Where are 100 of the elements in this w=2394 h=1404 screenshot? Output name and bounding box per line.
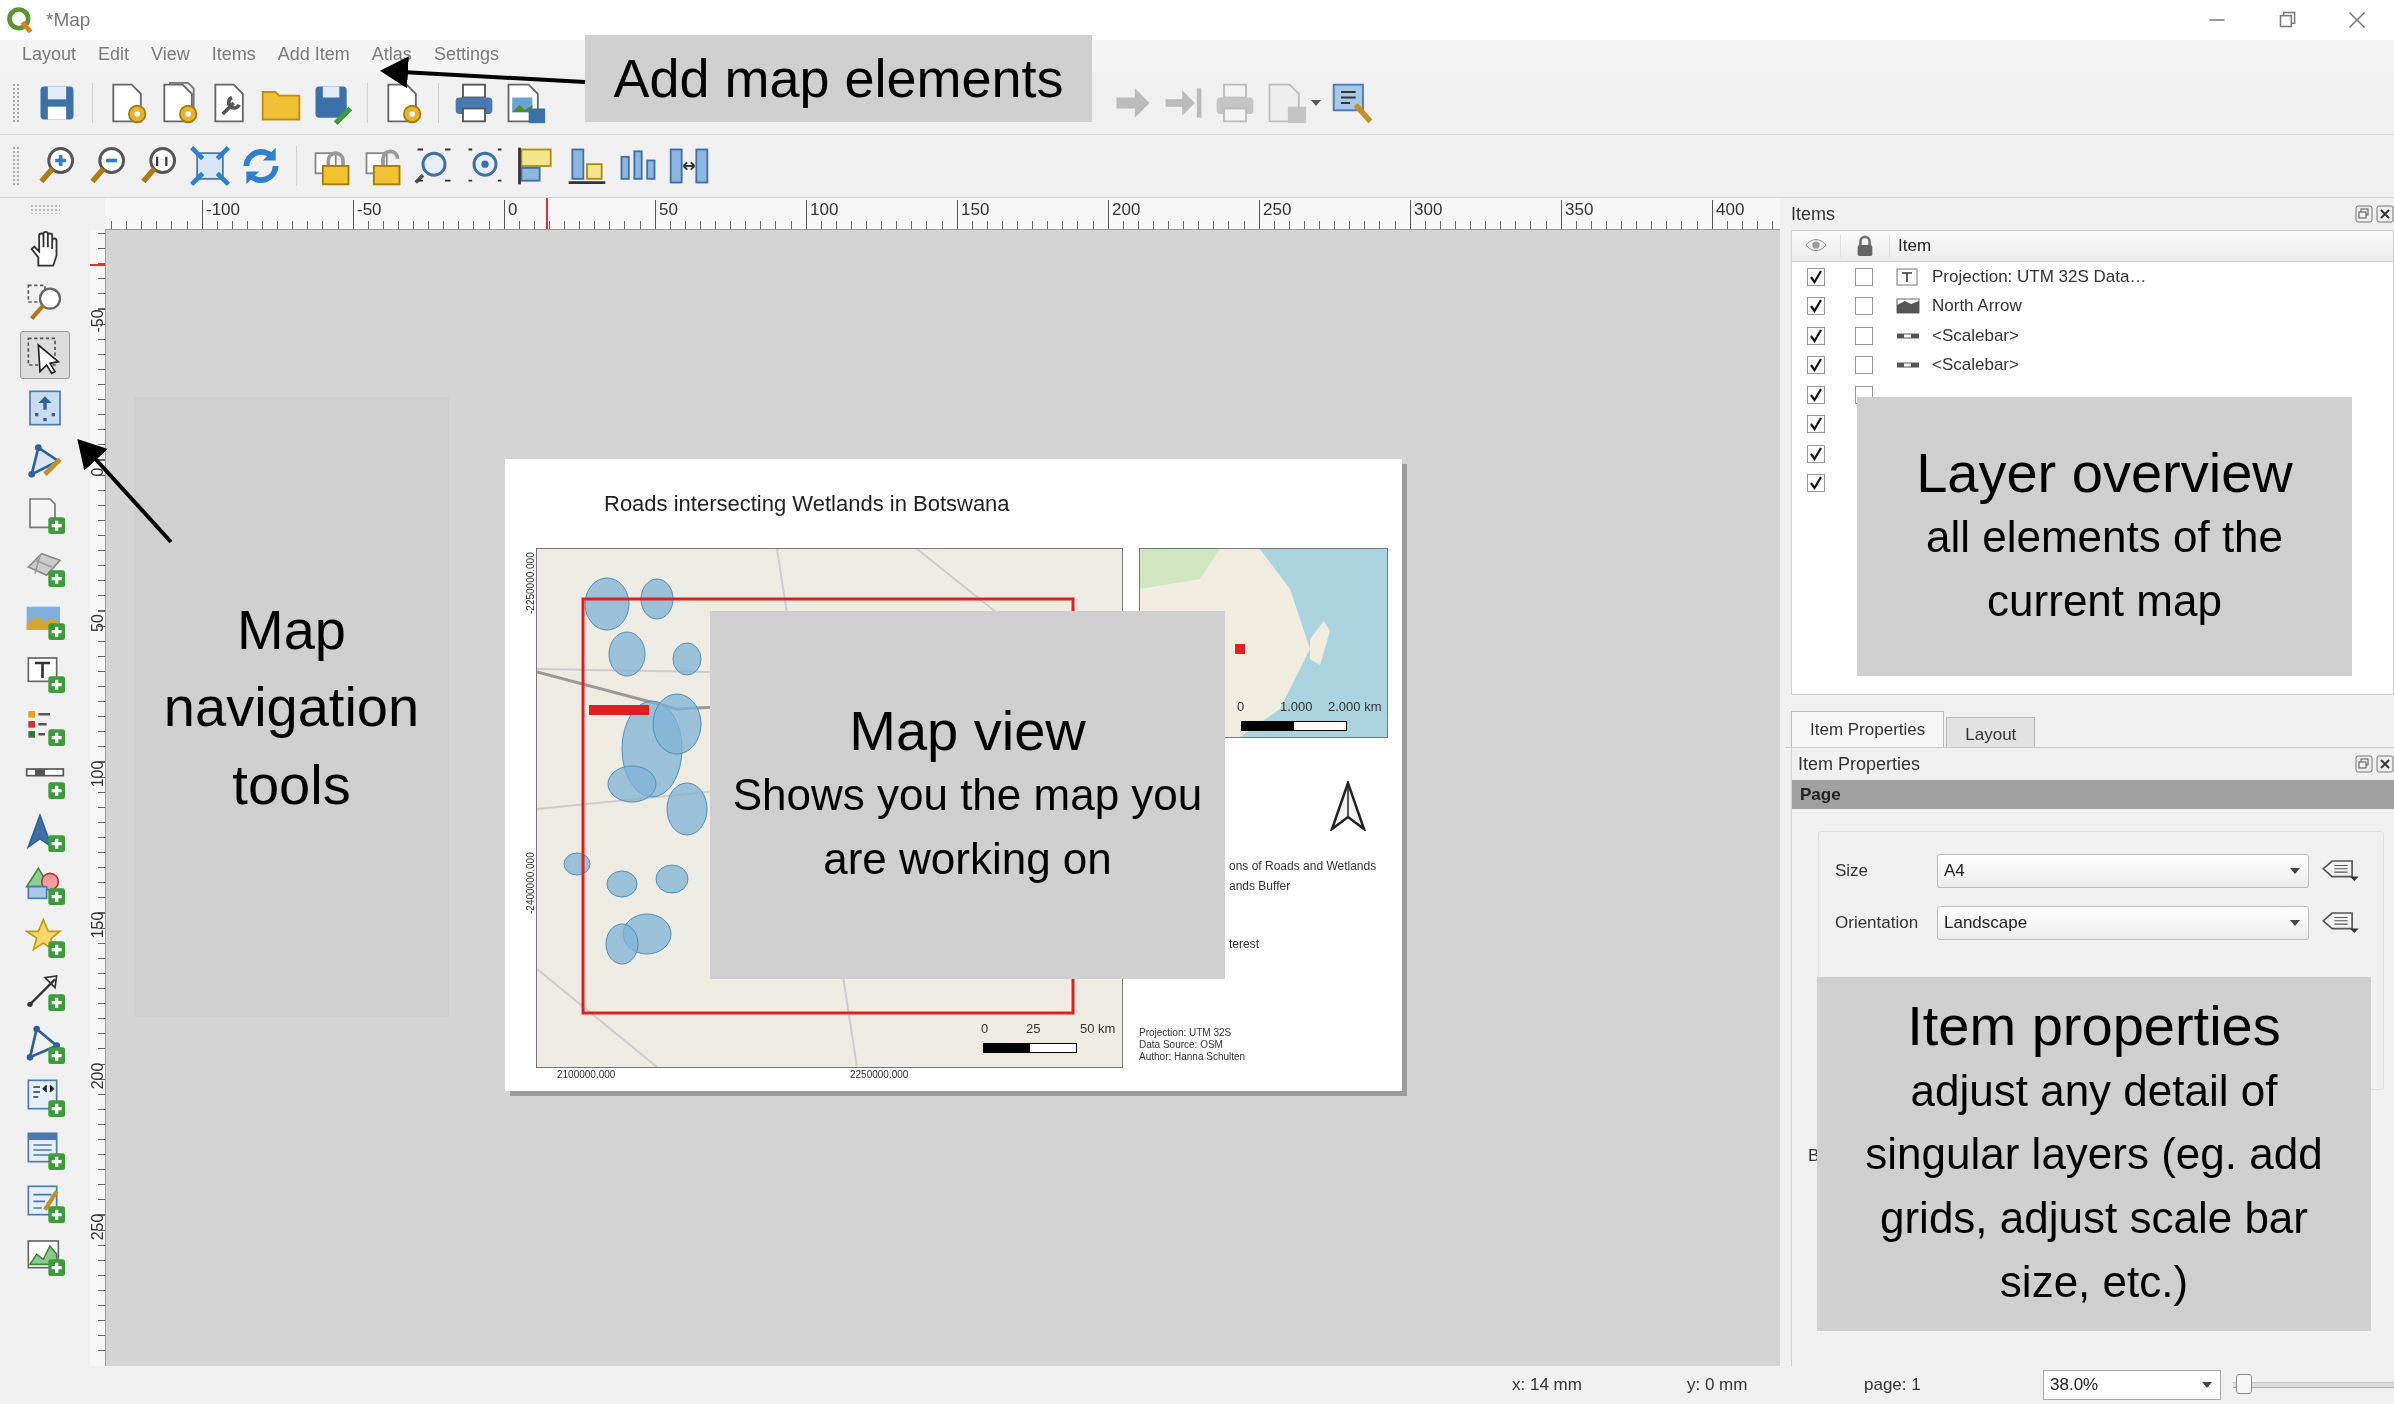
- column-header[interactable]: Item: [1890, 236, 1932, 256]
- visibility-checkbox[interactable]: [1807, 326, 1825, 345]
- visibility-checkbox[interactable]: [1807, 267, 1825, 286]
- item-label[interactable]: <Scalebar>: [1932, 355, 2019, 376]
- scale-label: 25: [1026, 1021, 1041, 1036]
- section-header: Page: [1792, 780, 2394, 809]
- window-title: *Map: [46, 9, 91, 31]
- scale-label: 1.000: [1280, 699, 1313, 714]
- ruler-label: 200: [1108, 200, 1141, 228]
- visibility-checkbox[interactable]: [1807, 415, 1825, 434]
- menu-item[interactable]: Settings: [433, 40, 499, 65]
- ruler-label: 0: [504, 200, 518, 228]
- zoom-full-icon[interactable]: [188, 144, 232, 188]
- annotation-title: Map view: [849, 699, 1086, 764]
- item-label[interactable]: <Scalebar>: [1932, 325, 2019, 346]
- close-icon[interactable]: [2376, 205, 2394, 223]
- credit-text: Author: Hanna Schulten: [1139, 1051, 1246, 1063]
- credit-text: Data Source: OSM: [1139, 1039, 1224, 1051]
- panel-title: Item Properties: [1798, 753, 1921, 775]
- ruler-label: 100: [89, 759, 107, 790]
- lock-checkbox[interactable]: [1855, 267, 1873, 286]
- annotation-title: Add map elements: [613, 47, 1064, 110]
- tab[interactable]: Item Properties: [1791, 711, 1945, 747]
- ruler-label: -50: [353, 200, 382, 228]
- table-add-icon: [25, 1130, 65, 1170]
- north-arrow-icon: [1328, 781, 1368, 831]
- ruler-label: -100: [202, 200, 241, 228]
- ruler-label: 150: [957, 200, 990, 228]
- tab[interactable]: Layout: [1946, 717, 2036, 747]
- annotation-title: Layer overview: [1916, 440, 2293, 505]
- item-label[interactable]: North Arrow: [1932, 296, 2022, 317]
- map-title: Roads intersecting Wetlands in Botswana: [604, 491, 1010, 517]
- axis-label: 2250000.000: [850, 1069, 909, 1080]
- north-arrow-add-icon: [25, 812, 65, 852]
- credit-text: Projection: UTM 32S: [1139, 1027, 1233, 1039]
- scalebar-item-icon: [1896, 332, 1920, 339]
- legend-text: terest: [1229, 937, 1259, 951]
- item-label[interactable]: Projection: UTM 32S Data…: [1932, 266, 2147, 287]
- visibility-checkbox[interactable]: [1807, 385, 1825, 404]
- tool-button[interactable]: [20, 331, 70, 379]
- menu-item[interactable]: Layout: [22, 40, 77, 65]
- scale-label: 0: [1237, 699, 1245, 714]
- lock-checkbox[interactable]: [1855, 356, 1873, 375]
- ruler-label: 300: [1410, 200, 1443, 228]
- shapes-add-icon: [25, 865, 65, 905]
- menu-item[interactable]: Add Item: [277, 40, 350, 65]
- toolbar-handle[interactable]: [30, 204, 60, 214]
- annotation-text: Shows you the map you are working on: [731, 769, 1204, 886]
- ruler-label: 150: [89, 910, 107, 941]
- toolbar-handle[interactable]: [12, 83, 20, 123]
- ruler-label: -50: [89, 308, 107, 335]
- axis-label: 2100000.000: [557, 1069, 616, 1080]
- visibility-checkbox[interactable]: [1807, 297, 1825, 316]
- dropdown-field[interactable]: A4: [1937, 854, 2309, 888]
- menu-item[interactable]: Atlas: [371, 40, 412, 65]
- dropdown-field[interactable]: Landscape: [1937, 906, 2309, 940]
- float-icon[interactable]: [2355, 755, 2373, 773]
- lock-checkbox[interactable]: [1855, 297, 1873, 316]
- axis-label: -2400000.000: [525, 852, 536, 914]
- scale-label: 0: [981, 1021, 989, 1036]
- legend-text: ons of Roads and Wetlands: [1229, 859, 1377, 873]
- ruler-label: 350: [1561, 200, 1594, 228]
- visibility-checkbox[interactable]: [1807, 474, 1825, 493]
- scale-label: 50 km: [1080, 1021, 1116, 1036]
- star-add-icon: [25, 918, 65, 958]
- float-icon[interactable]: [2355, 205, 2373, 223]
- table-add-icon: [25, 1183, 65, 1223]
- cursor-x-readout: x: 14 mm: [1512, 1375, 1583, 1395]
- menu-item[interactable]: Items: [211, 40, 256, 65]
- field-label: Orientation: [1835, 913, 1920, 933]
- logo-icon: [6, 6, 34, 34]
- annotation-text: all elements of the current map: [1924, 510, 2285, 627]
- magnifier-tool-icon[interactable]: [1330, 81, 1374, 125]
- annotation-title: Map navigation tools: [162, 597, 421, 818]
- ruler-label: 100: [806, 200, 839, 228]
- visibility-checkbox[interactable]: [1807, 444, 1825, 463]
- annotation-text: adjust any detail of singular layers (eg. add grids, adjust scale bar size, etc.): [1864, 1064, 2324, 1308]
- ruler-label: 50: [89, 613, 107, 634]
- ruler-label: 250: [89, 1212, 107, 1243]
- annotation-title: Item properties: [1907, 994, 2281, 1059]
- visibility-checkbox[interactable]: [1807, 356, 1825, 375]
- scale-label: 2.000 km: [1328, 699, 1382, 714]
- ruler-label: 250: [1259, 200, 1292, 228]
- polygon-add-icon: [25, 1024, 65, 1064]
- ruler-label: 50: [655, 200, 678, 228]
- axis-label: -2250000.000: [525, 552, 536, 614]
- slider-thumb[interactable]: [2235, 1374, 2252, 1394]
- lock-checkbox[interactable]: [1855, 326, 1873, 345]
- scalebar-item-icon: [1896, 362, 1920, 369]
- cursor-y-readout: y: 0 mm: [1687, 1375, 1749, 1395]
- close-icon[interactable]: [2376, 755, 2394, 773]
- legend-text: ands Buffer: [1229, 879, 1291, 893]
- ruler-label: 0: [89, 466, 107, 479]
- toolbar-handle[interactable]: [12, 146, 20, 186]
- ruler-label: 200: [89, 1061, 107, 1092]
- menu-item[interactable]: Edit: [98, 40, 130, 65]
- menu-item[interactable]: View: [151, 40, 190, 65]
- html-add-icon: [25, 1077, 65, 1117]
- panel-title: Items: [1791, 203, 1835, 225]
- zoom-field[interactable]: 38.0%: [2043, 1370, 2221, 1400]
